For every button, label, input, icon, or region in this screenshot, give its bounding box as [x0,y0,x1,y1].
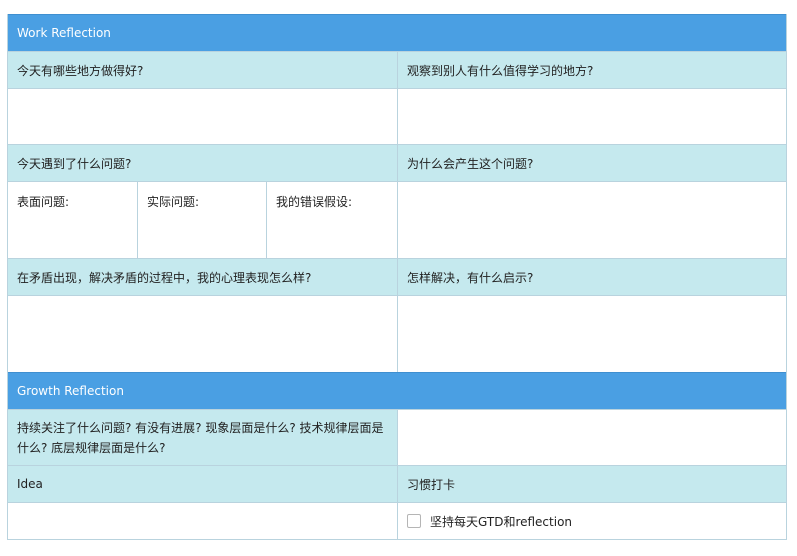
row-idea-habit-input: 坚持每天GTD和reflection [8,502,786,539]
row-good-learn-input [8,88,786,144]
row-good-learn-header: 今天有哪些地方做得好? 观察到别人有什么值得学习的地方? [8,51,786,88]
wrong-assumption-label: 我的错误假设: [276,195,353,209]
question-why-problem: 为什么会产生这个问题? [397,145,786,181]
growth-reflection-header: Growth Reflection [8,372,786,409]
row-problem-input: 表面问题: 实际问题: 我的错误假设: [8,181,786,258]
work-reflection-header: Work Reflection [8,14,786,51]
habit-checkbox[interactable] [407,514,421,528]
habit-checklist: 坚持每天GTD和reflection [397,503,786,539]
surface-problem-cell[interactable]: 表面问题: [8,182,137,258]
question-done-well: 今天有哪些地方做得好? [17,63,144,78]
answer-done-well[interactable] [8,89,397,144]
answer-mental-state[interactable] [8,296,397,372]
question-learn-from-others: 观察到别人有什么值得学习的地方? [397,52,786,88]
row-mind-header: 在矛盾出现，解决矛盾的过程中，我的心理表现怎么样? 怎样解决，有什么启示? [8,258,786,295]
answer-idea[interactable] [8,503,397,539]
work-reflection-title: Work Reflection [17,26,111,40]
row-idea-habit-header: Idea 习惯打卡 [8,465,786,502]
reflection-table: Work Reflection 今天有哪些地方做得好? 观察到别人有什么值得学习… [7,14,787,540]
row-follow: 持续关注了什么问题? 有没有进展? 现象层面是什么? 技术规律层面是什么? 底层… [8,409,786,465]
growth-reflection-title: Growth Reflection [17,384,124,398]
answer-how-to-solve[interactable] [397,296,786,372]
habit-item-label: 坚持每天GTD和reflection [430,514,573,529]
row-mind-input [8,295,786,372]
surface-problem-label: 表面问题: [17,195,70,209]
actual-problem-cell[interactable]: 实际问题: [137,182,266,258]
habit-label: 习惯打卡 [397,466,786,502]
wrong-assumption-cell[interactable]: 我的错误假设: [266,182,397,258]
actual-problem-label: 实际问题: [147,195,200,209]
row-problem-header: 今天遇到了什么问题? 为什么会产生这个问题? [8,144,786,181]
question-problems-today: 今天遇到了什么问题? [17,156,132,171]
answer-follow-up[interactable] [397,410,786,465]
idea-label: Idea [17,477,43,491]
answer-why-problem[interactable] [397,182,786,258]
question-follow-up: 持续关注了什么问题? 有没有进展? 现象层面是什么? 技术规律层面是什么? 底层… [8,410,397,465]
question-how-to-solve: 怎样解决，有什么启示? [397,259,786,295]
answer-learn-from-others[interactable] [397,89,786,144]
question-mental-state: 在矛盾出现，解决矛盾的过程中，我的心理表现怎么样? [17,270,312,285]
